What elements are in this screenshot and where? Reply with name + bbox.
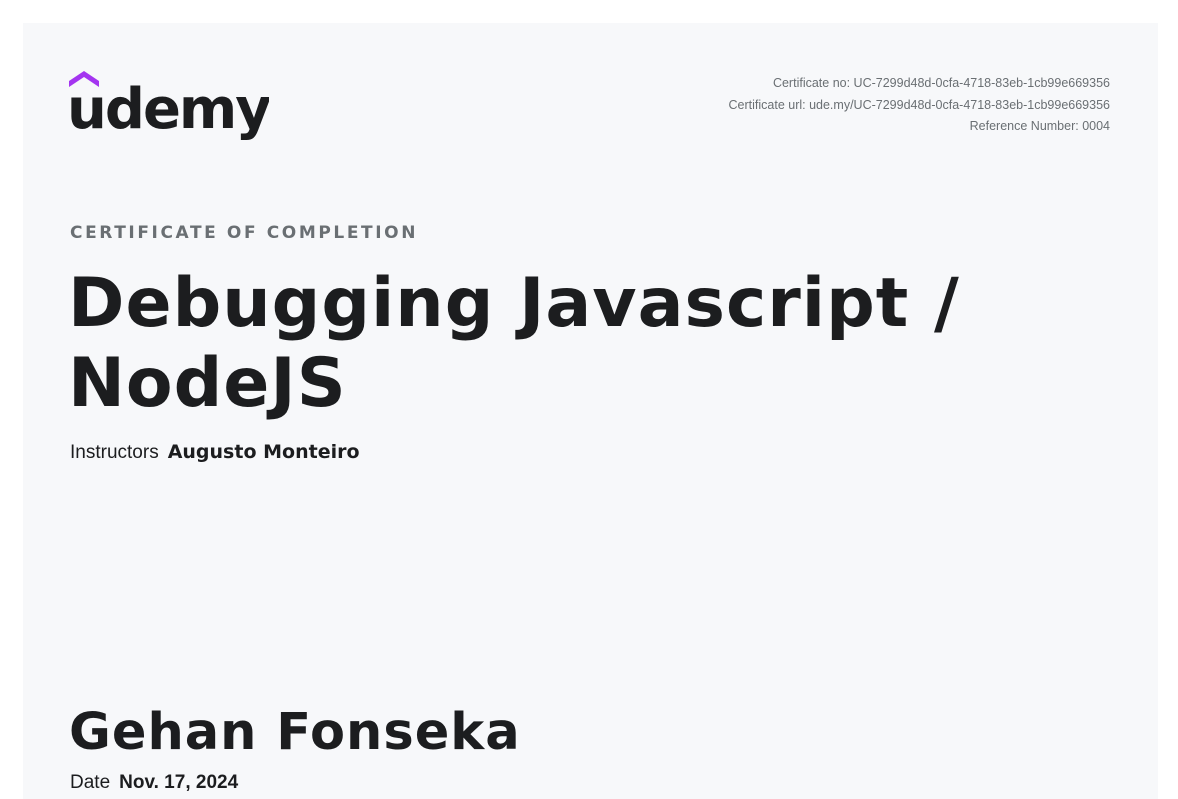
udemy-logo: udemy (69, 67, 269, 147)
certificate-eyebrow: CERTIFICATE OF COMPLETION (70, 223, 419, 243)
recipient-name: Gehan Fonseka (69, 703, 521, 762)
instructors-line: Instructors Augusto Monteiro (70, 441, 360, 464)
date-line: Date Nov. 17, 2024 (70, 772, 238, 794)
instructors-label: Instructors (70, 442, 159, 463)
logo-wordmark: udemy (69, 77, 269, 142)
date-label: Date (70, 772, 111, 793)
date-value: Nov. 17, 2024 (119, 772, 239, 793)
instructor-name: Augusto Monteiro (167, 441, 360, 463)
certificate-page: udemy Certificate no: UC-7299d48d-0cfa-4… (23, 23, 1158, 799)
certificate-number: Certificate no: UC-7299d48d-0cfa-4718-83… (772, 76, 1110, 90)
certificate-meta: Certificate no: UC-7299d48d-0cfa-4718-83… (729, 73, 1111, 138)
course-title: Debugging Javascript / NodeJS (68, 264, 960, 423)
certificate-url: Certificate url: ude.my/UC-7299d48d-0cfa… (728, 97, 1111, 112)
reference-number: Reference Number: 0004 (969, 119, 1110, 133)
